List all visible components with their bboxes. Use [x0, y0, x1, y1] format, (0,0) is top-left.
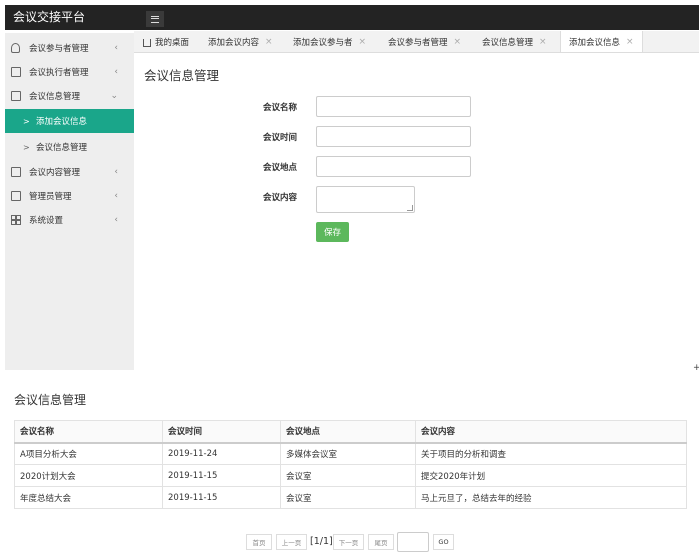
- table-row[interactable]: A项目分析大会 2019-11-24 多媒体会议室 关于项目的分析和调查: [14, 442, 687, 465]
- doc-icon: [11, 67, 21, 77]
- cursor-icon: +: [693, 363, 699, 373]
- column-header: 会议时间: [162, 420, 281, 443]
- prev-page-button[interactable]: 上一页: [276, 534, 307, 550]
- tab-label: 会议参与者管理: [388, 37, 448, 48]
- sidebar-item-executors[interactable]: 会议执行者管理 ‹: [5, 60, 134, 84]
- meeting-table: 会议名称 会议时间 会议地点 会议内容 A项目分析大会 2019-11-24 多…: [14, 420, 687, 509]
- page-number-input[interactable]: [397, 532, 429, 552]
- chevron-left-icon: ‹: [114, 215, 118, 225]
- save-button[interactable]: 保存: [316, 222, 349, 242]
- meeting-place-input[interactable]: [316, 156, 471, 177]
- sidebar-item-content[interactable]: 会议内容管理 ‹: [5, 160, 134, 184]
- tab-label: 添加会议参与者: [293, 37, 353, 48]
- table-cell: 2019-11-24: [162, 442, 281, 465]
- column-header: 会议名称: [14, 420, 163, 443]
- last-page-button[interactable]: 尾页: [368, 534, 394, 550]
- chevron-left-icon: ‹: [114, 191, 118, 201]
- column-header: 会议内容: [415, 420, 687, 443]
- app-title: 会议交接平台: [13, 10, 86, 24]
- next-page-button[interactable]: 下一页: [333, 534, 364, 550]
- top-bar: 会议交接平台: [5, 5, 699, 30]
- first-page-button[interactable]: 首页: [246, 534, 272, 550]
- tab-label: 会议信息管理: [482, 37, 534, 48]
- tab-meeting-manage[interactable]: 会议信息管理 ×: [482, 31, 547, 52]
- chevron-left-icon: ‹: [114, 43, 118, 53]
- table-cell: 关于项目的分析和调查: [415, 442, 687, 465]
- table-cell: 2019-11-15: [162, 486, 281, 509]
- close-icon[interactable]: ×: [265, 37, 273, 47]
- tab-label: 添加会议内容: [208, 37, 260, 48]
- tab-add-meeting[interactable]: 添加会议信息 ×: [560, 31, 643, 52]
- form-title: 会议信息管理: [144, 68, 220, 83]
- sidebar-item-label: 会议执行者管理: [29, 68, 89, 78]
- meeting-place-label: 会议地点: [263, 163, 298, 173]
- chevron-left-icon: ‹: [114, 67, 118, 77]
- home-icon: [143, 38, 151, 47]
- sidebar-item-settings[interactable]: 系统设置 ‹: [5, 208, 134, 232]
- sidebar-item-label: 会议参与者管理: [29, 44, 89, 54]
- close-icon[interactable]: ×: [359, 37, 367, 47]
- table-cell: 多媒体会议室: [280, 442, 416, 465]
- tab-add-participant[interactable]: 添加会议参与者 ×: [293, 31, 366, 52]
- page-indicator: [1/1]: [310, 536, 333, 547]
- column-header: 会议地点: [280, 420, 416, 443]
- table-cell: 会议室: [280, 486, 416, 509]
- table-cell: A项目分析大会: [14, 442, 163, 465]
- resize-handle-icon[interactable]: [407, 205, 413, 211]
- table-cell: 马上元旦了，总结去年的经验: [415, 486, 687, 509]
- chevron-right-icon: >: [23, 142, 30, 152]
- sidebar-subitem-add-meeting[interactable]: > 添加会议信息: [5, 109, 134, 133]
- tab-add-content[interactable]: 添加会议内容 ×: [208, 31, 273, 52]
- sidebar-item-admins[interactable]: 管理员管理 ‹: [5, 184, 134, 208]
- table-cell: 会议室: [280, 464, 416, 487]
- list-title: 会议信息管理: [14, 393, 87, 407]
- hamburger-icon: [151, 15, 159, 23]
- meeting-content-label: 会议内容: [263, 193, 298, 203]
- table-cell: 提交2020年计划: [415, 464, 687, 487]
- meeting-name-input[interactable]: [316, 96, 471, 117]
- tab-participant-manage[interactable]: 会议参与者管理 ×: [388, 31, 461, 52]
- menu-toggle-button[interactable]: [146, 11, 164, 27]
- chevron-left-icon: ‹: [114, 167, 118, 177]
- table-cell: 2020计划大会: [14, 464, 163, 487]
- table-cell: 2019-11-15: [162, 464, 281, 487]
- sidebar: 会议参与者管理 ‹ 会议执行者管理 ‹ 会议信息管理 ⌄ > 添加会议信息 > …: [5, 33, 134, 370]
- tab-label: 添加会议信息: [569, 37, 621, 48]
- sidebar-subitem-meeting-manage[interactable]: > 会议信息管理: [5, 135, 134, 159]
- doc-icon: [11, 91, 21, 101]
- sidebar-item-label: 系统设置: [29, 216, 64, 226]
- sidebar-item-label: 会议信息管理: [29, 92, 81, 102]
- sidebar-item-label: 管理员管理: [29, 192, 72, 202]
- table-cell: 年度总结大会: [14, 486, 163, 509]
- close-icon[interactable]: ×: [454, 37, 462, 47]
- sidebar-subitem-label: 会议信息管理: [36, 143, 88, 153]
- sidebar-item-label: 会议内容管理: [29, 168, 81, 178]
- chevron-down-icon: ⌄: [110, 91, 118, 101]
- grid-icon: [11, 215, 21, 225]
- meeting-name-label: 会议名称: [263, 103, 298, 113]
- table-header-row: 会议名称 会议时间 会议地点 会议内容: [14, 420, 687, 443]
- sidebar-item-meeting-info[interactable]: 会议信息管理 ⌄: [5, 84, 134, 108]
- tab-bar: 我的桌面 添加会议内容 × 添加会议参与者 × 会议参与者管理 × 会议信息管理…: [134, 31, 699, 53]
- meeting-time-label: 会议时间: [263, 133, 298, 143]
- table-row[interactable]: 2020计划大会 2019-11-15 会议室 提交2020年计划: [14, 464, 687, 487]
- close-icon[interactable]: ×: [539, 37, 547, 47]
- doc-icon: [11, 167, 21, 177]
- sidebar-item-participants[interactable]: 会议参与者管理 ‹: [5, 36, 134, 60]
- doc-icon: [11, 191, 21, 201]
- meeting-time-input[interactable]: [316, 126, 471, 147]
- sidebar-subitem-label: 添加会议信息: [36, 117, 88, 127]
- tab-label: 我的桌面: [155, 37, 190, 48]
- meeting-content-textarea[interactable]: [316, 186, 415, 213]
- chevron-right-icon: >: [23, 116, 30, 126]
- go-button[interactable]: GO: [433, 534, 454, 550]
- user-icon: [11, 43, 20, 53]
- tab-desktop[interactable]: 我的桌面: [143, 31, 189, 52]
- table-row[interactable]: 年度总结大会 2019-11-15 会议室 马上元旦了，总结去年的经验: [14, 486, 687, 509]
- close-icon[interactable]: ×: [626, 37, 634, 47]
